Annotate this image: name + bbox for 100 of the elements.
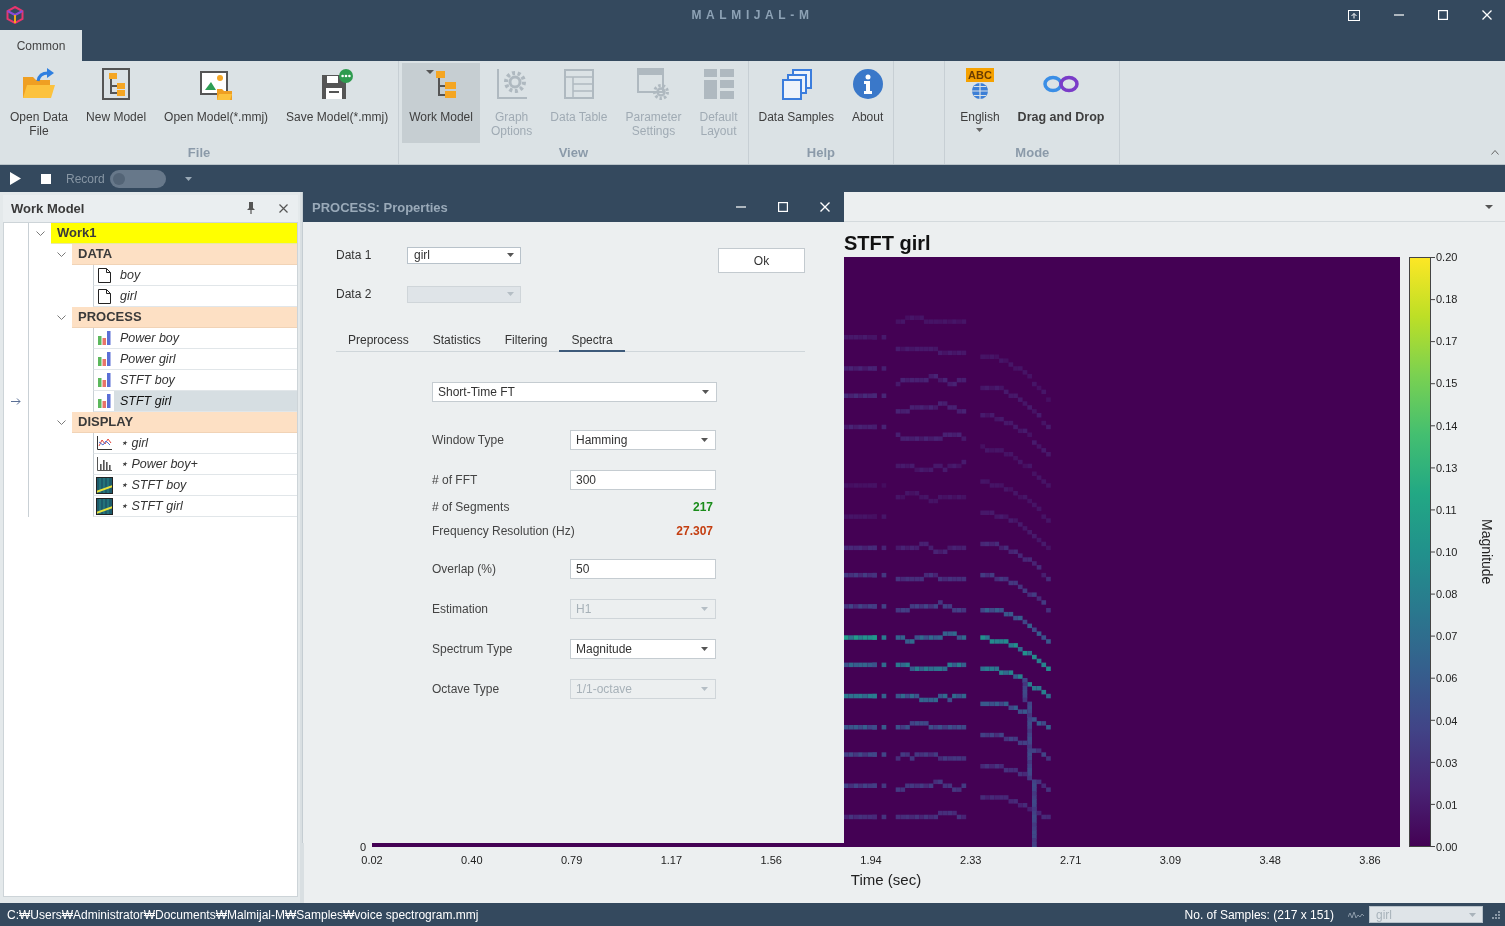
ribbon-button[interactable]: Open Data File: [3, 63, 76, 143]
layout-grid-icon: [703, 69, 734, 99]
bar-chart-icon: [97, 373, 111, 387]
chevron-down-icon[interactable]: [57, 420, 66, 425]
infinity-icon: [1043, 75, 1079, 93]
tree-document-icon: [102, 68, 131, 100]
chevron-up-icon[interactable]: [1491, 150, 1499, 155]
tree-item[interactable]: STFT boy: [114, 370, 297, 390]
field-label: Frequency Resolution (Hz): [432, 524, 575, 538]
tree-item[interactable]: Power girl: [114, 349, 297, 369]
colorbar-tick-label: 0.08: [1436, 587, 1458, 602]
tab[interactable]: Filtering: [492, 329, 560, 352]
tree-item[interactable]: ⋆ STFT boy: [114, 475, 297, 495]
resize-grip-icon[interactable]: [1492, 910, 1500, 919]
data-dropdown[interactable]: girl: [407, 246, 521, 264]
ribbon-tab[interactable]: Common: [0, 30, 82, 61]
tree-item[interactable]: ⋆ Power boy+: [114, 454, 297, 474]
maximize-icon[interactable]: [778, 202, 788, 212]
record-toggle[interactable]: [109, 169, 166, 188]
tab[interactable]: Preprocess: [336, 329, 421, 352]
caret-down-icon: [701, 438, 708, 442]
bar-chart-icon: [97, 352, 111, 366]
colorbar-tick-label: 0.18: [1436, 292, 1458, 307]
colorbar-title: Magnitude: [1478, 519, 1495, 585]
tree-item[interactable]: ⋆ STFT girl: [114, 496, 297, 516]
pin-icon[interactable]: [247, 202, 255, 214]
x-tick-label: 3.86: [1359, 854, 1381, 866]
x-tick-label: 2.71: [1059, 854, 1082, 866]
arrow-right-icon: [11, 398, 21, 405]
x-tick-label: 2.33: [960, 854, 982, 866]
close-icon[interactable]: [279, 203, 288, 213]
caret-down-icon: [507, 253, 514, 257]
tab[interactable]: Spectra: [559, 329, 625, 352]
number-input[interactable]: 50: [570, 559, 716, 579]
field-label: Octave Type: [432, 682, 500, 696]
x-tick-label: 0.40: [461, 854, 483, 866]
record-label: Record: [66, 171, 105, 186]
histogram-icon: [96, 457, 112, 471]
language-label: ABC: [966, 68, 994, 82]
tree-item[interactable]: STFT girl: [114, 391, 297, 411]
tree-item[interactable]: boy: [114, 265, 297, 285]
colorbar-tick-label: 0.11: [1436, 502, 1457, 517]
ribbon-button[interactable]: Work Model: [402, 63, 480, 143]
ribbon-button[interactable]: Save Model(*.mmj): [279, 63, 396, 143]
field-label: Overlap (%): [432, 562, 496, 576]
colorbar-tick-label: 0.01: [1436, 797, 1458, 812]
caret-down-icon[interactable]: [184, 176, 192, 181]
caret-down-icon[interactable]: [1485, 204, 1493, 209]
ok-button[interactable]: Ok: [718, 248, 805, 273]
ribbon-button[interactable]: About: [844, 63, 891, 143]
tree-item[interactable]: DATA: [72, 244, 297, 265]
file-path: C:₩Users₩Administrator₩Documents₩Malmijal-M₩Samples₩voice spectrogram.mmj: [7, 907, 479, 922]
tree-item[interactable]: Power boy: [114, 328, 297, 348]
tree-item[interactable]: DISPLAY: [72, 412, 297, 433]
maximize-icon[interactable]: [1438, 10, 1448, 20]
tree-item[interactable]: PROCESS: [72, 307, 297, 328]
play-icon[interactable]: [10, 172, 21, 185]
option-dropdown[interactable]: Magnitude: [570, 639, 716, 659]
dialog-title: PROCESS: Properties: [312, 199, 448, 215]
picture-folder-icon: [200, 68, 233, 100]
table-icon: [563, 69, 594, 99]
x-tick-label: 1.94: [860, 854, 882, 866]
chevron-down-icon[interactable]: [36, 231, 45, 236]
x-tick-label: 1.17: [660, 854, 683, 866]
option-dropdown[interactable]: Hamming: [570, 430, 716, 450]
caret-down-icon: [701, 607, 708, 611]
caret-down-icon: [701, 687, 708, 691]
ribbon-button[interactable]: Data Samples: [751, 63, 841, 143]
colorbar-tick-label: 0.13: [1436, 460, 1458, 475]
floppy-disk-icon: [321, 69, 354, 99]
tree-item[interactable]: Work1: [51, 223, 297, 244]
method-dropdown[interactable]: Short-Time FT: [432, 382, 717, 402]
waveform-icon: [1348, 910, 1364, 919]
group-label: Help: [806, 145, 835, 160]
document-icon: [97, 267, 111, 283]
tab[interactable]: Statistics: [420, 329, 493, 352]
field-label: Spectrum Type: [432, 642, 513, 656]
colorbar-tick-label: 0.04: [1436, 713, 1458, 728]
window-gear-icon: [637, 68, 670, 100]
chevron-down-icon[interactable]: [57, 315, 66, 320]
x-tick-label: 1.56: [760, 854, 782, 866]
axis-title: Time (sec): [850, 871, 922, 888]
folder-arrow-icon: [22, 68, 56, 100]
ribbon-button[interactable]: Drag and Drop: [1010, 63, 1112, 143]
tree-item[interactable]: girl: [114, 286, 297, 306]
x-tick-label: 3.48: [1259, 854, 1281, 866]
stop-icon[interactable]: [41, 173, 51, 184]
readout-value: 27.307: [676, 524, 713, 538]
chevron-down-icon[interactable]: [57, 252, 66, 257]
caret-down-icon: [1469, 912, 1476, 917]
ribbon-button[interactable]: Open Model(*.mmj): [157, 63, 276, 143]
ribbon-button[interactable]: New Model: [79, 63, 154, 143]
panel-title: Work Model: [11, 200, 85, 216]
ribbon-button[interactable]: ABC English: [953, 63, 1007, 143]
colorbar-tick-label: 0.14: [1436, 418, 1458, 433]
tree-item[interactable]: ⋆ girl: [114, 433, 297, 453]
box-arrow-up-icon[interactable]: [1348, 9, 1360, 21]
x-tick-label: 0.79: [560, 854, 583, 866]
number-input[interactable]: 300: [570, 470, 716, 490]
line-chart-icon: [96, 436, 112, 450]
